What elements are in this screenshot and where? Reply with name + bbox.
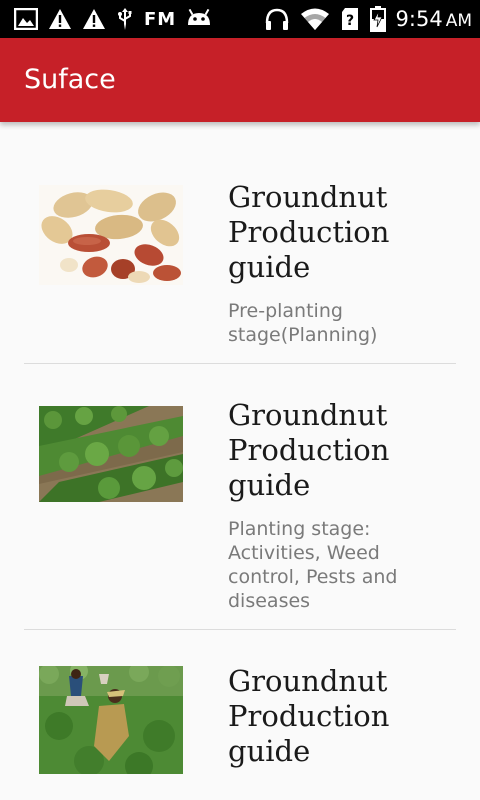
item-subtitle: Pre-planting stage(Planning) [228, 300, 378, 346]
guide-list[interactable]: Groundnut Production guide Pre-planting … [0, 122, 480, 800]
item-title: Groundnut Production guide [228, 398, 468, 503]
item-title-line: Groundnut [228, 398, 388, 432]
item-title: Groundnut Production guide [228, 180, 468, 285]
clock-ampm: AM [445, 11, 472, 31]
groundnut-field-image [39, 406, 183, 502]
item-title: Groundnut Production guide [228, 664, 468, 769]
list-item-harvest[interactable]: Groundnut Production guide [0, 630, 480, 800]
status-bar: FM ? 9:54 AM [0, 0, 480, 38]
harvest-field-image [39, 666, 183, 774]
warning-icon [82, 8, 106, 30]
usb-icon [116, 7, 134, 31]
android-icon [186, 9, 212, 29]
clock-time: 9:54 [395, 7, 443, 31]
item-title-line: Groundnut [228, 664, 388, 698]
list-item-pre-planting[interactable]: Groundnut Production guide Pre-planting … [0, 122, 480, 363]
item-title-line: Production [228, 215, 390, 249]
warning-icon [48, 8, 72, 30]
headphones-icon [264, 7, 290, 31]
status-bar-right-icons: ? 9:54 AM [264, 6, 472, 32]
status-bar-clock: 9:54 AM [396, 7, 472, 31]
app-title: Suface [24, 64, 116, 95]
status-bar-left-icons: FM [14, 7, 212, 31]
groundnuts-image [39, 185, 183, 285]
item-title-line: Groundnut [228, 180, 388, 214]
no-sim-icon: ? [340, 7, 360, 31]
item-title-line: guide [228, 468, 311, 502]
svg-text:?: ? [345, 13, 353, 29]
wifi-icon [300, 7, 330, 31]
item-title-line: Production [228, 699, 390, 733]
battery-charging-icon [369, 6, 386, 32]
item-title-line: Production [228, 433, 390, 467]
item-title-line: guide [228, 250, 311, 284]
image-icon [14, 8, 38, 30]
app-bar: Suface [0, 38, 480, 122]
list-item-planting-stage[interactable]: Groundnut Production guide Planting stag… [0, 364, 480, 629]
item-subtitle: Planting stage: Activities, Weed control… [228, 518, 398, 612]
item-title-line: guide [228, 734, 311, 768]
fm-radio-label: FM [144, 8, 177, 30]
